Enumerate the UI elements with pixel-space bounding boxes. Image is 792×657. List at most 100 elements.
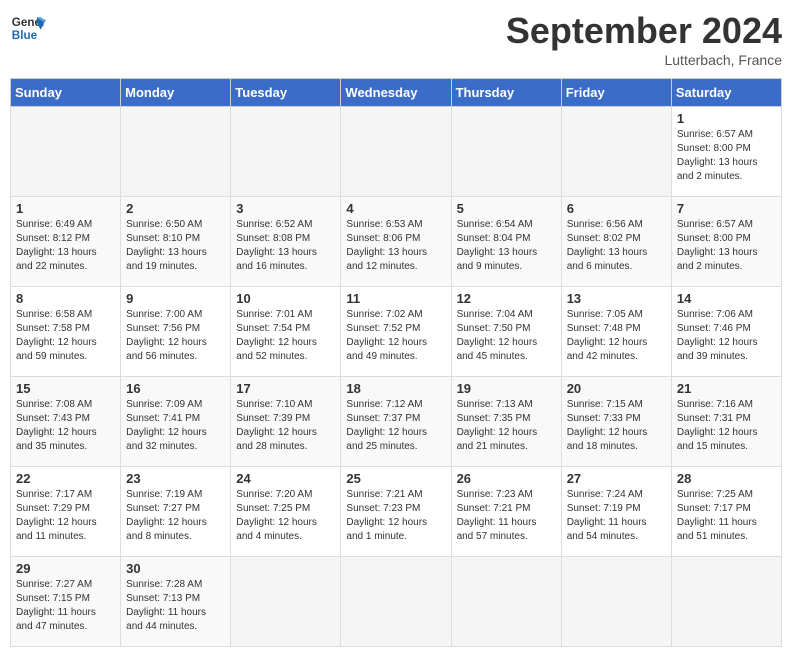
calendar-cell: 18 Sunrise: 7:12 AM Sunset: 7:37 PM Dayli…: [341, 377, 451, 467]
day-info: Sunrise: 7:21 AM Sunset: 7:23 PM Dayligh…: [346, 488, 445, 544]
day-number: 20: [567, 381, 666, 396]
calendar-cell: 13 Sunrise: 7:05 AM Sunset: 7:48 PM Dayli…: [561, 287, 671, 377]
calendar-cell: 6 Sunrise: 6:56 AM Sunset: 8:02 PM Daylig…: [561, 197, 671, 287]
calendar-row: 22 Sunrise: 7:17 AM Sunset: 7:29 PM Dayli…: [11, 467, 782, 557]
calendar-cell: 14 Sunrise: 7:06 AM Sunset: 7:46 PM Dayli…: [671, 287, 781, 377]
calendar-cell: 2Sunrise: 6:50 AM Sunset: 8:10 PM Daylig…: [121, 197, 231, 287]
day-number: 24: [236, 471, 335, 486]
day-number: 14: [677, 291, 776, 306]
header-monday: Monday: [121, 79, 231, 107]
day-number: 18: [346, 381, 445, 396]
calendar-table: Sunday Monday Tuesday Wednesday Thursday…: [10, 78, 782, 647]
calendar-cell: 4 Sunrise: 6:53 AM Sunset: 8:06 PM Daylig…: [341, 197, 451, 287]
day-number: 25: [346, 471, 445, 486]
calendar-cell: 1Sunrise: 6:57 AM Sunset: 8:00 PM Daylig…: [671, 107, 781, 197]
calendar-cell: [451, 557, 561, 647]
calendar-cell: 30 Sunrise: 7:28 AM Sunset: 7:13 PM Dayli…: [121, 557, 231, 647]
day-number: 15: [16, 381, 115, 396]
header-sunday: Sunday: [11, 79, 121, 107]
calendar-cell: 16Sunrise: 7:09 AM Sunset: 7:41 PM Dayli…: [121, 377, 231, 467]
day-info: Sunrise: 7:00 AM Sunset: 7:56 PM Dayligh…: [126, 308, 225, 364]
day-number: 6: [567, 201, 666, 216]
day-number: 17: [236, 381, 335, 396]
header-wednesday: Wednesday: [341, 79, 451, 107]
day-number: 10: [236, 291, 335, 306]
calendar-row: 15 Sunrise: 7:08 AM Sunset: 7:43 PM Dayli…: [11, 377, 782, 467]
calendar-cell: 3 Sunrise: 6:52 AM Sunset: 8:08 PM Daylig…: [231, 197, 341, 287]
day-info: Sunrise: 6:49 AM Sunset: 8:12 PM Dayligh…: [16, 218, 115, 274]
day-info: Sunrise: 6:54 AM Sunset: 8:04 PM Dayligh…: [457, 218, 556, 274]
day-number: 12: [457, 291, 556, 306]
day-info: Sunrise: 7:13 AM Sunset: 7:35 PM Dayligh…: [457, 398, 556, 454]
day-info: Sunrise: 6:50 AM Sunset: 8:10 PM Dayligh…: [126, 218, 225, 274]
calendar-cell: [231, 107, 341, 197]
day-info: Sunrise: 6:57 AM Sunset: 8:00 PM Dayligh…: [677, 218, 776, 274]
calendar-cell: 20Sunrise: 7:15 AM Sunset: 7:33 PM Dayli…: [561, 377, 671, 467]
day-info: Sunrise: 7:20 AM Sunset: 7:25 PM Dayligh…: [236, 488, 335, 544]
location: Lutterbach, France: [506, 52, 782, 68]
day-number: 22: [16, 471, 115, 486]
day-info: Sunrise: 6:52 AM Sunset: 8:08 PM Dayligh…: [236, 218, 335, 274]
calendar-cell: [121, 107, 231, 197]
day-info: Sunrise: 7:02 AM Sunset: 7:52 PM Dayligh…: [346, 308, 445, 364]
day-number: 1: [16, 201, 115, 216]
day-info: Sunrise: 6:57 AM Sunset: 8:00 PM Dayligh…: [677, 128, 776, 184]
day-number: 7: [677, 201, 776, 216]
calendar-cell: 26Sunrise: 7:23 AM Sunset: 7:21 PM Dayli…: [451, 467, 561, 557]
calendar-cell: 27Sunrise: 7:24 AM Sunset: 7:19 PM Dayli…: [561, 467, 671, 557]
calendar-cell: 17 Sunrise: 7:10 AM Sunset: 7:39 PM Dayli…: [231, 377, 341, 467]
day-info: Sunrise: 7:27 AM Sunset: 7:15 PM Dayligh…: [16, 578, 115, 634]
logo: General Blue: [10, 10, 46, 46]
calendar-cell: [231, 557, 341, 647]
day-info: Sunrise: 7:05 AM Sunset: 7:48 PM Dayligh…: [567, 308, 666, 364]
day-info: Sunrise: 7:12 AM Sunset: 7:37 PM Dayligh…: [346, 398, 445, 454]
day-info: Sunrise: 7:19 AM Sunset: 7:27 PM Dayligh…: [126, 488, 225, 544]
day-info: Sunrise: 7:09 AM Sunset: 7:41 PM Dayligh…: [126, 398, 225, 454]
day-info: Sunrise: 6:58 AM Sunset: 7:58 PM Dayligh…: [16, 308, 115, 364]
calendar-cell: [561, 557, 671, 647]
day-info: Sunrise: 7:16 AM Sunset: 7:31 PM Dayligh…: [677, 398, 776, 454]
day-number: 29: [16, 561, 115, 576]
calendar-cell: [11, 107, 121, 197]
day-info: Sunrise: 6:56 AM Sunset: 8:02 PM Dayligh…: [567, 218, 666, 274]
header-tuesday: Tuesday: [231, 79, 341, 107]
day-info: Sunrise: 7:01 AM Sunset: 7:54 PM Dayligh…: [236, 308, 335, 364]
day-info: Sunrise: 7:24 AM Sunset: 7:19 PM Dayligh…: [567, 488, 666, 544]
day-number: 5: [457, 201, 556, 216]
calendar-cell: 8Sunrise: 6:58 AM Sunset: 7:58 PM Daylig…: [11, 287, 121, 377]
calendar-cell: 21 Sunrise: 7:16 AM Sunset: 7:31 PM Dayli…: [671, 377, 781, 467]
calendar-cell: 24 Sunrise: 7:20 AM Sunset: 7:25 PM Dayli…: [231, 467, 341, 557]
weekday-header-row: Sunday Monday Tuesday Wednesday Thursday…: [11, 79, 782, 107]
day-number: 4: [346, 201, 445, 216]
title-block: September 2024 Lutterbach, France: [506, 10, 782, 68]
calendar-cell: 25 Sunrise: 7:21 AM Sunset: 7:23 PM Dayli…: [341, 467, 451, 557]
calendar-row: 1 Sunrise: 6:49 AM Sunset: 8:12 PM Daylig…: [11, 197, 782, 287]
day-info: Sunrise: 6:53 AM Sunset: 8:06 PM Dayligh…: [346, 218, 445, 274]
day-info: Sunrise: 7:08 AM Sunset: 7:43 PM Dayligh…: [16, 398, 115, 454]
day-info: Sunrise: 7:17 AM Sunset: 7:29 PM Dayligh…: [16, 488, 115, 544]
day-number: 30: [126, 561, 225, 576]
calendar-cell: [341, 557, 451, 647]
calendar-cell: [671, 557, 781, 647]
calendar-cell: 22 Sunrise: 7:17 AM Sunset: 7:29 PM Dayli…: [11, 467, 121, 557]
svg-text:Blue: Blue: [12, 29, 38, 42]
calendar-cell: 7 Sunrise: 6:57 AM Sunset: 8:00 PM Daylig…: [671, 197, 781, 287]
day-info: Sunrise: 7:04 AM Sunset: 7:50 PM Dayligh…: [457, 308, 556, 364]
day-number: 3: [236, 201, 335, 216]
calendar-cell: 10 Sunrise: 7:01 AM Sunset: 7:54 PM Dayli…: [231, 287, 341, 377]
calendar-cell: 12 Sunrise: 7:04 AM Sunset: 7:50 PM Dayli…: [451, 287, 561, 377]
day-number: 21: [677, 381, 776, 396]
calendar-row: 8Sunrise: 6:58 AM Sunset: 7:58 PM Daylig…: [11, 287, 782, 377]
day-number: 11: [346, 291, 445, 306]
calendar-cell: 29 Sunrise: 7:27 AM Sunset: 7:15 PM Dayli…: [11, 557, 121, 647]
day-number: 13: [567, 291, 666, 306]
day-info: Sunrise: 7:10 AM Sunset: 7:39 PM Dayligh…: [236, 398, 335, 454]
day-info: Sunrise: 7:06 AM Sunset: 7:46 PM Dayligh…: [677, 308, 776, 364]
calendar-cell: 9Sunrise: 7:00 AM Sunset: 7:56 PM Daylig…: [121, 287, 231, 377]
calendar-cell: [451, 107, 561, 197]
day-number: 28: [677, 471, 776, 486]
day-info: Sunrise: 7:28 AM Sunset: 7:13 PM Dayligh…: [126, 578, 225, 634]
header-friday: Friday: [561, 79, 671, 107]
calendar-cell: 1 Sunrise: 6:49 AM Sunset: 8:12 PM Daylig…: [11, 197, 121, 287]
calendar-cell: 28Sunrise: 7:25 AM Sunset: 7:17 PM Dayli…: [671, 467, 781, 557]
